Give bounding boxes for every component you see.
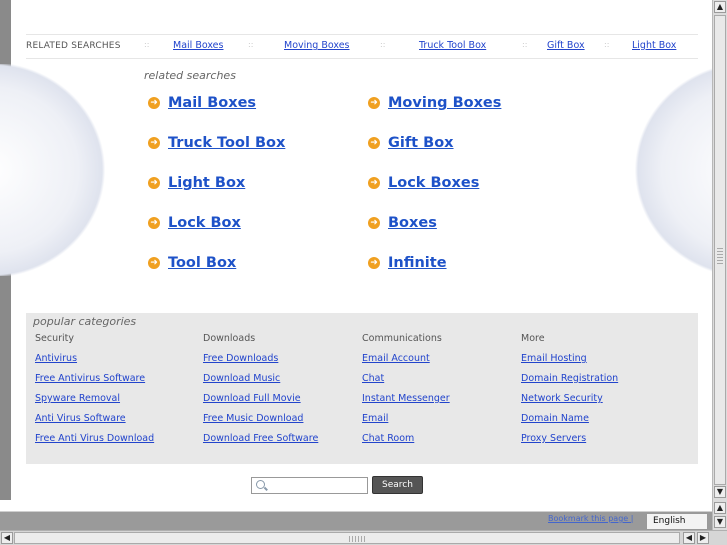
vertical-scrollbar[interactable]: ▲ ▼: [712, 0, 727, 500]
category-link[interactable]: Free Antivirus Software: [35, 373, 154, 393]
category-heading: More: [521, 333, 545, 344]
related-search-item: ➜ Boxes: [368, 215, 437, 231]
category-link[interactable]: Antivirus: [35, 353, 154, 373]
related-searches-heading: related searches: [144, 69, 236, 82]
category-column-downloads: Downloads Free Downloads Download Music …: [203, 333, 318, 453]
category-link[interactable]: Anti Virus Software: [35, 413, 154, 433]
related-search-item: ➜ Truck Tool Box: [148, 135, 285, 151]
category-link[interactable]: Instant Messenger: [362, 393, 450, 413]
search-button[interactable]: Search: [372, 476, 423, 494]
search-box: [251, 477, 368, 494]
arrow-circle-right-icon: ➜: [368, 257, 380, 269]
category-link[interactable]: Free Downloads: [203, 353, 318, 373]
category-link[interactable]: Email Account: [362, 353, 450, 373]
separator: ::: [604, 40, 610, 49]
language-select[interactable]: English: [646, 513, 708, 530]
decorative-sphere-right: [600, 64, 712, 276]
arrow-circle-right-icon: ➜: [148, 137, 160, 149]
related-search-link-truck-tool-box[interactable]: Truck Tool Box: [168, 135, 285, 151]
category-link[interactable]: Proxy Servers: [521, 433, 618, 453]
related-search-item: ➜ Mail Boxes: [148, 95, 256, 111]
arrow-circle-right-icon: ➜: [148, 257, 160, 269]
arrow-circle-right-icon: ➜: [148, 97, 160, 109]
category-link[interactable]: Download Music: [203, 373, 318, 393]
vertical-scroll-thumb[interactable]: [714, 15, 726, 485]
arrow-circle-right-icon: ➜: [368, 177, 380, 189]
grip-icon: [717, 248, 723, 264]
scroll-up-icon[interactable]: ▲: [714, 1, 726, 13]
arrow-circle-right-icon: ➜: [368, 137, 380, 149]
category-column-more: More Email Hosting Domain Registration N…: [521, 333, 618, 453]
category-link[interactable]: Chat: [362, 373, 450, 393]
scroll-down-icon[interactable]: ▼: [714, 516, 726, 528]
arrow-circle-right-icon: ➜: [148, 217, 160, 229]
search-icon: [256, 480, 265, 489]
related-search-link-lock-box[interactable]: Lock Box: [168, 215, 241, 231]
grip-icon: [349, 536, 365, 542]
related-search-item: ➜ Gift Box: [368, 135, 454, 151]
category-link[interactable]: Spyware Removal: [35, 393, 154, 413]
related-search-item: ➜ Moving Boxes: [368, 95, 501, 111]
category-column-security: Security Antivirus Free Antivirus Softwa…: [35, 333, 154, 453]
separator: ::: [522, 40, 528, 49]
category-link[interactable]: Email Hosting: [521, 353, 618, 373]
arrow-circle-right-icon: ➜: [368, 97, 380, 109]
scroll-down-icon[interactable]: ▼: [714, 486, 726, 498]
related-search-link-light-box[interactable]: Light Box: [168, 175, 245, 191]
horizontal-scroll-thumb[interactable]: [14, 532, 680, 544]
category-link[interactable]: Domain Registration: [521, 373, 618, 393]
category-link[interactable]: Free Music Download: [203, 413, 318, 433]
related-search-link-gift-box[interactable]: Gift Box: [388, 135, 454, 151]
category-heading: Security: [35, 333, 75, 344]
scroll-left-icon[interactable]: ◀: [1, 532, 13, 544]
category-link[interactable]: Download Free Software: [203, 433, 318, 453]
related-bar-link-moving-boxes[interactable]: Moving Boxes: [284, 40, 350, 51]
related-search-link-tool-box[interactable]: Tool Box: [168, 255, 236, 271]
horizontal-scrollbar[interactable]: ◀ ◀ ▶: [0, 530, 727, 545]
arrow-circle-right-icon: ➜: [148, 177, 160, 189]
category-heading: Communications: [362, 333, 442, 344]
decorative-sphere-left: [0, 64, 110, 276]
related-search-link-boxes[interactable]: Boxes: [388, 215, 437, 231]
bookmark-link[interactable]: Bookmark this page |: [548, 514, 633, 523]
search-input[interactable]: [270, 479, 364, 492]
related-bar-link-truck-tool-box[interactable]: Truck Tool Box: [419, 40, 486, 51]
related-search-item: ➜ Infinite: [368, 255, 447, 271]
related-search-link-moving-boxes[interactable]: Moving Boxes: [388, 95, 501, 111]
popular-categories-panel: popular categories Security Antivirus Fr…: [26, 313, 698, 464]
bottom-frame-band: [0, 500, 712, 512]
related-search-link-lock-boxes[interactable]: Lock Boxes: [388, 175, 479, 191]
category-column-communications: Communications Email Account Chat Instan…: [362, 333, 450, 453]
related-search-item: ➜ Tool Box: [148, 255, 236, 271]
related-search-item: ➜ Lock Box: [148, 215, 241, 231]
separator: ::: [380, 40, 386, 49]
popular-categories-title: popular categories: [33, 315, 137, 328]
related-searches-label: RELATED SEARCHES: [26, 41, 121, 51]
related-bar-link-light-box[interactable]: Light Box: [632, 40, 676, 51]
category-link[interactable]: Email: [362, 413, 450, 433]
related-searches-bar: RELATED SEARCHES :: Mail Boxes :: Moving…: [26, 34, 698, 59]
scroll-left-icon[interactable]: ◀: [683, 532, 695, 544]
related-search-link-infinite[interactable]: Infinite: [388, 255, 447, 271]
scroll-right-icon[interactable]: ▶: [697, 532, 709, 544]
scroll-up-icon[interactable]: ▲: [714, 502, 726, 514]
category-heading: Downloads: [203, 333, 256, 344]
related-search-link-mail-boxes[interactable]: Mail Boxes: [168, 95, 256, 111]
category-link[interactable]: Chat Room: [362, 433, 450, 453]
category-link[interactable]: Download Full Movie: [203, 393, 318, 413]
separator: ::: [144, 40, 150, 49]
separator: ::: [248, 40, 254, 49]
related-search-item: ➜ Lock Boxes: [368, 175, 479, 191]
category-link[interactable]: Domain Name: [521, 413, 618, 433]
category-link[interactable]: Free Anti Virus Download: [35, 433, 154, 453]
related-search-item: ➜ Light Box: [148, 175, 245, 191]
bottom-frame-scrollbar[interactable]: ▲ ▼: [712, 500, 727, 530]
related-bar-link-mail-boxes[interactable]: Mail Boxes: [173, 40, 223, 51]
related-bar-link-gift-box[interactable]: Gift Box: [547, 40, 585, 51]
category-link[interactable]: Network Security: [521, 393, 618, 413]
arrow-circle-right-icon: ➜: [368, 217, 380, 229]
